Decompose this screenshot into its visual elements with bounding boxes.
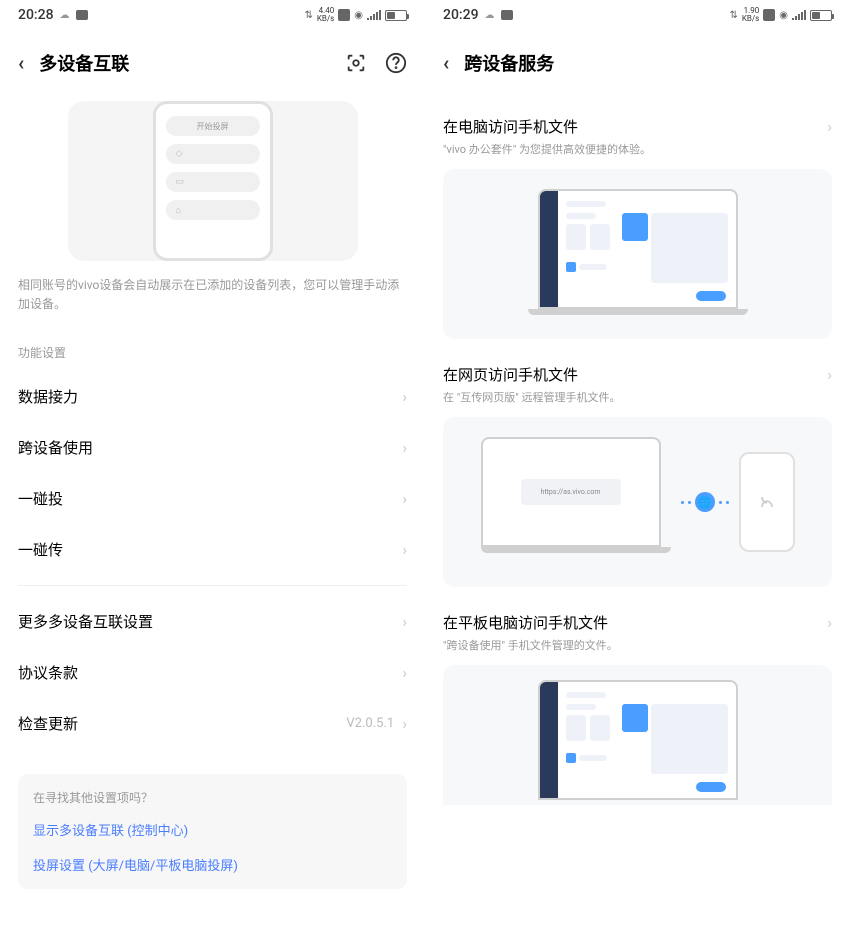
wifi-icon: ◉ (354, 10, 363, 21)
globe-icon: 🌐 (695, 492, 715, 512)
status-time: 20:29 (443, 7, 479, 23)
card-web-access[interactable]: 在网页访问手机文件 › (443, 339, 832, 389)
device-illustration: 开始投屏 ◇ ▭ ⌂ (68, 101, 358, 261)
network-speed: 1.90 KB/s (742, 7, 759, 23)
status-bar: 20:29 ☁ ⇅ 1.90 KB/s ◉ (425, 0, 850, 30)
vpn-icon (763, 9, 775, 21)
version-text: V2.0.5.1 (346, 716, 394, 731)
wifi-icon: ◉ (779, 10, 788, 21)
mail-icon (76, 10, 88, 20)
phone-illustration (739, 452, 795, 552)
row-cross-device[interactable]: 跨设备使用 › (0, 422, 425, 473)
row-data-relay[interactable]: 数据接力 › (0, 371, 425, 422)
card-pc-subtitle: "vivo 办公套件" 为您提供高效便捷的体验。 (443, 141, 832, 157)
chevron-right-icon: › (402, 714, 407, 733)
row-one-touch-cast[interactable]: 一碰投 › (0, 473, 425, 524)
status-bar: 20:28 ☁ ⇅ 4.40 KB/s ◉ (0, 0, 425, 30)
scan-icon[interactable] (345, 52, 367, 74)
page-title: 跨设备服务 (464, 50, 554, 76)
divider (18, 585, 407, 586)
mail-icon (501, 10, 513, 20)
hint-title: 在寻找其他设置项吗？ (33, 789, 392, 806)
card-tablet-subtitle: "跨设备使用" 手机文件管理的文件。 (443, 637, 832, 653)
card-pc-illustration (443, 169, 832, 339)
back-button[interactable]: ‹ (443, 51, 449, 75)
help-icon[interactable] (385, 52, 407, 74)
chevron-right-icon: › (402, 663, 407, 682)
battery-icon (385, 10, 407, 21)
page-title: 多设备互联 (39, 50, 129, 76)
illustration-cast-label: 开始投屏 (166, 116, 260, 136)
chevron-right-icon: › (402, 540, 407, 559)
row-more-settings[interactable]: 更多多设备互联设置 › (0, 596, 425, 647)
card-pc-access[interactable]: 在电脑访问手机文件 › (443, 91, 832, 141)
description-text: 相同账号的vivo设备会自动展示在已添加的设备列表，您可以管理手动添加设备。 (0, 276, 425, 314)
left-screenshot: 20:28 ☁ ⇅ 4.40 KB/s ◉ ‹ 多设备互联 (0, 0, 425, 944)
signal-icon (367, 10, 381, 20)
row-one-touch-transfer[interactable]: 一碰传 › (0, 524, 425, 575)
vpn-icon (338, 9, 350, 21)
chevron-right-icon: › (827, 365, 832, 384)
data-arrows-icon: ⇅ (304, 10, 312, 21)
cloud-icon: ☁ (60, 10, 70, 21)
row-terms[interactable]: 协议条款 › (0, 647, 425, 698)
row-check-update[interactable]: 检查更新 V2.0.5.1 › (0, 698, 425, 749)
data-arrows-icon: ⇅ (729, 10, 737, 21)
network-speed: 4.40 KB/s (317, 7, 334, 23)
card-web-illustration: https://as.vivo.com 🌐 (443, 417, 832, 587)
cloud-icon: ☁ (485, 10, 495, 21)
connection-dots: 🌐 (681, 492, 729, 512)
chevron-right-icon: › (402, 387, 407, 406)
card-tablet-illustration (443, 665, 832, 805)
chevron-right-icon: › (827, 613, 832, 632)
chevron-right-icon: › (827, 117, 832, 136)
card-tablet-access[interactable]: 在平板电脑访问手机文件 › (443, 587, 832, 637)
card-web-subtitle: 在 "互传网页版" 远程管理手机文件。 (443, 389, 832, 405)
battery-icon (810, 10, 832, 21)
status-time: 20:28 (18, 7, 54, 23)
hint-link-control-center[interactable]: 显示多设备互联 (控制中心) (33, 820, 392, 839)
hint-link-cast-settings[interactable]: 投屏设置 (大屏/电脑/平板电脑投屏) (33, 855, 392, 874)
hint-box: 在寻找其他设置项吗？ 显示多设备互联 (控制中心) 投屏设置 (大屏/电脑/平板… (18, 774, 407, 889)
chevron-right-icon: › (402, 612, 407, 631)
right-screenshot: 20:29 ☁ ⇅ 1.90 KB/s ◉ ‹ 跨设备服务 在电脑访问手机文件 (425, 0, 850, 944)
back-button[interactable]: ‹ (18, 51, 24, 75)
chevron-right-icon: › (402, 438, 407, 457)
signal-icon (792, 10, 806, 20)
page-header: ‹ 跨设备服务 (425, 30, 850, 91)
url-text: https://as.vivo.com (521, 479, 621, 505)
section-label: 功能设置 (0, 314, 425, 371)
chevron-right-icon: › (402, 489, 407, 508)
page-header: ‹ 多设备互联 (0, 30, 425, 91)
